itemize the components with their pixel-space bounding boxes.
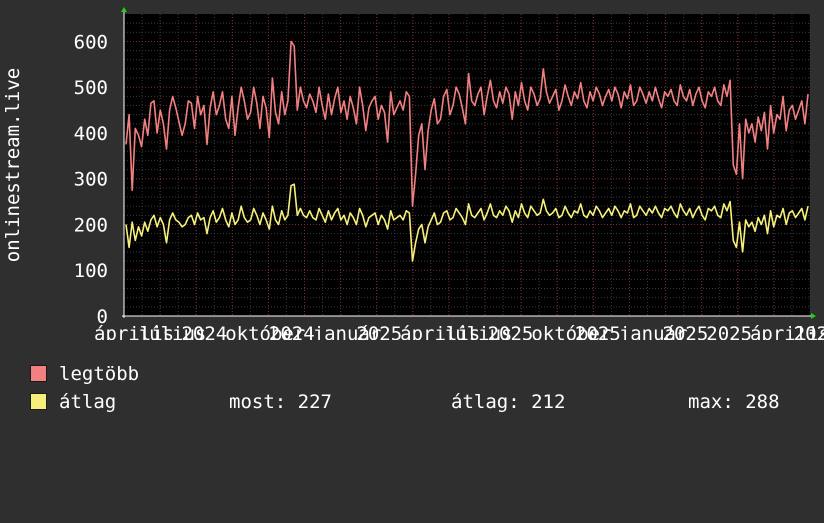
stat-max: max: 288 [688, 391, 780, 413]
x-tick-label: 2025 [488, 323, 534, 340]
x-tick-labels: áprilisjúlius2024október2024január2025áp… [94, 323, 824, 340]
legend-swatch-max [30, 365, 47, 382]
x-tick-label: 2025 [356, 323, 402, 340]
line-chart: 0100200300400500600 áprilisjúlius2024okt… [0, 0, 824, 340]
y-tick-label: 200 [74, 214, 108, 236]
y-tick-label: 300 [74, 169, 108, 191]
x-tick-label: 2025 [663, 323, 709, 340]
x-tick-label: 2025 [794, 323, 824, 340]
x-tick-label: 2025 [706, 323, 752, 340]
legend-label-avg: átlag [59, 391, 117, 413]
y-axis-label: onlinestream.live [2, 68, 24, 262]
y-tick-label: 100 [74, 260, 108, 282]
stat-now: most: 227 [229, 391, 332, 413]
y-tick-label: 600 [74, 31, 108, 53]
y-tick-label: 400 [74, 123, 108, 145]
legend-max: legtöbb [30, 363, 810, 385]
legend-label-max: legtöbb [59, 363, 140, 385]
x-tick-label: 2025 [575, 323, 621, 340]
y-tick-label: 500 [74, 77, 108, 99]
x-tick-label: 2024 [269, 323, 315, 340]
stat-avg: átlag: 212 [451, 391, 566, 413]
legend-avg: átlag most: 227 átlag: 212 max: 288 [30, 391, 810, 413]
x-tick-label: 2024 [181, 323, 227, 340]
legend-swatch-avg [30, 393, 47, 410]
